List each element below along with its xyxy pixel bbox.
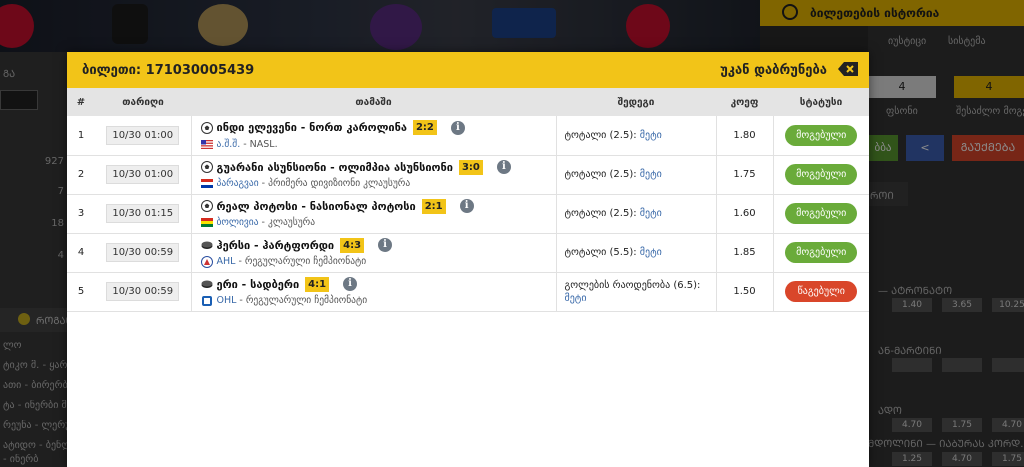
info-icon[interactable]: i	[343, 277, 358, 291]
match-cell: ერი - სადბერი 4:1 i OHL - რეგულარული ჩემ…	[190, 272, 557, 311]
odd-value: 1.85	[716, 233, 774, 272]
market-cell: ტოტალი (2.5): მეტი	[556, 155, 717, 194]
country-flag-icon	[200, 218, 213, 227]
event-date: 10/30 01:00	[106, 125, 180, 145]
info-icon[interactable]: i	[496, 160, 511, 174]
status-badge: მოგებული	[785, 164, 858, 185]
table-row: 3 10/30 01:15 რეალ პოტოსი - ნასიონალ პოტ…	[67, 194, 869, 233]
match-cell: ჰერსი - ჰარტფორდი 4:3 i AHL - რეგულარული…	[190, 233, 557, 272]
info-icon[interactable]: i	[450, 120, 465, 135]
final-score: 2:2	[412, 120, 437, 136]
ticket-details-modal: ბილეთი: 171030005439 უკან დაბრუნება # თა…	[67, 52, 869, 467]
odd-value: 1.75	[716, 155, 774, 194]
match-teams: ჰერსი - ჰარტფორდი	[216, 238, 335, 252]
league-name: - კლაუსურა	[261, 217, 316, 228]
soccer-ball-icon	[200, 161, 213, 173]
soccer-ball-icon	[200, 121, 213, 134]
selection: მეტი	[639, 208, 662, 219]
info-icon[interactable]: i	[378, 238, 393, 252]
league-country: პარაგვაი	[216, 178, 259, 189]
league-name: - პრიმერა დივიზიონი კლაუსურა	[261, 178, 411, 189]
market-name: ტოტალი (2.5):	[564, 169, 637, 180]
selection: მეტი	[639, 247, 662, 258]
league-name: - რეგულარული ჩემპიონატი	[239, 295, 368, 306]
match-teams: რეალ პოტოსი - ნასიონალ პოტოსი	[216, 199, 416, 213]
odd-value: 1.60	[716, 194, 774, 233]
league-name: - რეგულარული ჩემპიონატი	[238, 256, 367, 267]
match-teams: ინდი ელევენი - ნორთ კაროლინა	[216, 121, 407, 135]
league-logo-icon	[200, 255, 213, 268]
market-cell: ტოტალი (5.5): მეტი	[556, 233, 717, 272]
league-country: ბოლივია	[216, 217, 259, 228]
status-badge: წაგებული	[785, 281, 858, 302]
market-name: ტოტალი (2.5):	[564, 129, 637, 141]
column-header: სტატუსი	[799, 96, 843, 108]
market-name: გოლების რაოდენობა (6.5):	[564, 279, 701, 291]
table-row: 4 10/30 00:59 ჰერსი - ჰარტფორდი 4:3 i AH…	[67, 233, 869, 272]
hockey-ball-icon	[201, 278, 213, 290]
table-row: 1 10/30 01:00 ინდი ელევენი - ნორთ კაროლი…	[67, 116, 869, 155]
back-button[interactable]: უკან დაბრუნება	[720, 63, 827, 78]
row-number: 1	[77, 129, 85, 141]
column-header: კოეფ	[730, 96, 759, 108]
country-flag-icon	[200, 179, 213, 188]
ticket-events-table: # თარიღი თამაში შედეგი კოეფ სტატუსი 1 10…	[67, 88, 869, 312]
event-date: 10/30 01:15	[106, 204, 180, 223]
row-number: 4	[77, 247, 85, 258]
ticket-number: 171030005439	[145, 63, 255, 78]
modal-header: ბილეთი: 171030005439 უკან დაბრუნება	[67, 52, 869, 88]
final-score: 4:1	[305, 276, 330, 292]
match-cell: რეალ პოტოსი - ნასიონალ პოტოსი 2:1 i ბოლი…	[190, 194, 557, 233]
backspace-close-icon[interactable]	[837, 61, 859, 77]
match-cell: გუარანი ასუნსიონი - ოლიმპია ასუნსიონი 3:…	[190, 155, 557, 194]
league-country: OHL	[216, 295, 237, 306]
market-name: ტოტალი (5.5):	[564, 247, 637, 258]
final-score: 4:3	[340, 237, 365, 253]
ticket-label: ბილეთი:	[82, 63, 142, 78]
ticket-title: ბილეთი: 171030005439	[82, 63, 254, 78]
final-score: 3:0	[458, 159, 483, 175]
match-teams: ერი - სადბერი	[216, 277, 300, 291]
market-name: ტოტალი (2.5):	[564, 208, 637, 219]
country-flag-icon	[200, 139, 213, 149]
column-header: შედეგი	[617, 96, 655, 108]
row-number: 2	[77, 169, 85, 180]
hockey-ball-icon	[201, 239, 213, 251]
market-cell: გოლების რაოდენობა (6.5): მეტი	[556, 272, 717, 311]
table-row: 5 10/30 00:59 ერი - სადბერი 4:1 i OHL - …	[67, 272, 869, 311]
final-score: 2:1	[421, 198, 446, 214]
column-header: თამაში	[355, 96, 392, 108]
match-cell: ინდი ელევენი - ნორთ კაროლინა 2:2 i ა.შ.შ…	[190, 116, 557, 155]
market-cell: ტოტალი (2.5): მეტი	[556, 116, 717, 155]
match-teams: გუარანი ასუნსიონი - ოლიმპია ასუნსიონი	[216, 160, 453, 174]
row-number: 3	[77, 208, 85, 219]
row-number: 5	[77, 286, 85, 297]
league-name: - NASL.	[243, 138, 278, 150]
info-icon[interactable]: i	[459, 199, 474, 213]
event-date: 10/30 00:59	[106, 243, 180, 262]
table-row: 2 10/30 01:00 გუარანი ასუნსიონი - ოლიმპი…	[67, 155, 869, 194]
event-date: 10/30 00:59	[106, 282, 180, 301]
market-cell: ტოტალი (2.5): მეტი	[556, 194, 717, 233]
status-badge: მოგებული	[785, 203, 858, 224]
odd-value: 1.50	[716, 272, 774, 311]
event-date: 10/30 01:00	[106, 165, 180, 184]
status-badge: მოგებული	[785, 242, 858, 263]
soccer-ball-icon	[200, 200, 213, 212]
table-header-row: # თარიღი თამაში შედეგი კოეფ სტატუსი	[67, 88, 869, 116]
league-logo-icon	[201, 295, 213, 307]
league-country: ა.შ.შ.	[216, 138, 241, 150]
selection: მეტი	[639, 169, 662, 180]
status-badge: მოგებული	[785, 124, 858, 146]
selection: მეტი	[564, 292, 587, 304]
selection: მეტი	[639, 129, 662, 141]
odd-value: 1.80	[716, 116, 774, 155]
column-header: #	[76, 96, 86, 108]
league-country: AHL	[216, 256, 236, 267]
column-header: თარიღი	[122, 96, 164, 108]
